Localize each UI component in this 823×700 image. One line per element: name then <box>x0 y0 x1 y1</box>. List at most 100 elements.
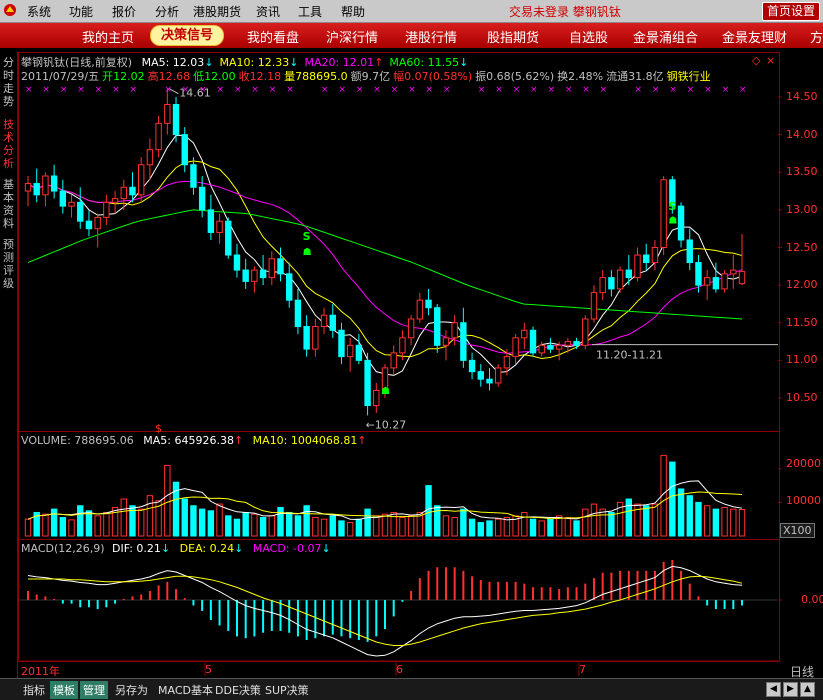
bottom-tab-manage[interactable]: 管理 <box>80 681 108 699</box>
volume-bar <box>494 518 502 537</box>
volume-bar <box>277 506 284 537</box>
macd-histogram-bar <box>636 570 639 600</box>
candle-body <box>390 352 397 369</box>
candle-body <box>416 299 424 320</box>
volume-bar <box>190 505 197 537</box>
candle-body <box>703 277 711 286</box>
signal-marker: × <box>251 85 259 95</box>
signal-marker: × <box>495 85 503 95</box>
bottom-tab-dde[interactable]: DDE决策 <box>212 681 264 699</box>
bottom-tab-sup[interactable]: SUP决策 <box>262 681 312 699</box>
macd-histogram-bar <box>427 570 430 600</box>
macd-histogram-bar <box>44 596 47 600</box>
candle-body <box>677 205 685 241</box>
volume-bar <box>312 517 319 537</box>
volume-bar <box>608 511 615 537</box>
candle-body <box>738 271 746 285</box>
macd-histogram-bar <box>645 570 648 600</box>
volume-bar <box>216 503 223 537</box>
volume-bar <box>399 517 406 537</box>
volume-bar <box>24 518 32 537</box>
candle-body <box>538 344 545 354</box>
macd-histogram-bar <box>662 561 665 600</box>
signal-marker: × <box>478 85 486 95</box>
nav-right-icon[interactable]: ▶ <box>783 682 798 697</box>
candle-body <box>486 378 493 384</box>
macd-histogram-bar <box>619 570 622 600</box>
macd-histogram-bar <box>575 587 578 600</box>
macd-histogram-bar <box>105 600 108 608</box>
candle-body <box>111 198 119 203</box>
macd-histogram-bar <box>514 581 517 600</box>
candle-body <box>181 134 188 166</box>
volume-bar <box>111 506 119 537</box>
volume-bar <box>233 518 241 537</box>
macd-histogram-bar <box>96 600 99 610</box>
volume-bar <box>355 518 363 537</box>
macd-histogram-bar <box>114 600 117 604</box>
volume-bar <box>338 520 345 537</box>
bottom-tab-macd-basic[interactable]: MACD基本 <box>155 681 216 699</box>
volume-bar <box>294 515 302 537</box>
macd-histogram-bar <box>53 599 56 600</box>
volume-bar <box>590 503 598 537</box>
candle-body <box>625 269 633 279</box>
macd-histogram-bar <box>253 600 256 637</box>
candle-body <box>468 359 476 373</box>
signal-marker: × <box>530 85 538 95</box>
candle-body <box>146 149 154 166</box>
macd-histogram-bar <box>488 581 491 600</box>
signal-marker: × <box>722 85 730 95</box>
nav-left-icon[interactable]: ◀ <box>766 682 781 697</box>
candle-body <box>137 164 145 196</box>
price-tick-label: 14.00 <box>786 127 818 141</box>
volume-bar <box>651 503 659 537</box>
candle-body <box>643 254 650 264</box>
macd-histogram-bar <box>288 600 291 633</box>
volume-bar <box>486 520 493 537</box>
volume-bar <box>730 508 737 537</box>
price-tick-label: 10.50 <box>786 391 818 404</box>
bottom-tab-indicator[interactable]: 指标 <box>20 681 48 699</box>
candle-body <box>259 269 267 279</box>
bottom-tab-template[interactable]: 模板 <box>50 681 78 699</box>
volume-bar <box>390 511 397 537</box>
candle-body <box>686 239 693 264</box>
macd-histogram-bar <box>401 600 404 602</box>
volume-bar <box>721 506 728 537</box>
candle-body <box>373 389 380 407</box>
candle-body <box>251 269 258 282</box>
volume-bar <box>286 511 293 537</box>
volume-bar <box>712 508 720 537</box>
volume-bar <box>329 515 336 537</box>
candle-body <box>216 220 223 233</box>
volume-bar <box>59 517 67 537</box>
candle-body <box>355 344 363 361</box>
macd-histogram-bar <box>166 581 169 600</box>
nav-expand-icon[interactable]: ▲ <box>800 682 815 697</box>
macd-histogram-bar <box>148 590 151 600</box>
price-tick-label: 13.00 <box>786 202 818 216</box>
volume-bar <box>207 510 215 537</box>
macd-histogram-bar <box>331 600 334 635</box>
candlestick-chart[interactable]: × × × × × × × × × × × × × × × × × × × × × × × × × × × × × × × × × × × × × ×14… <box>0 0 823 699</box>
candle-body <box>68 201 75 207</box>
volume-bar <box>695 501 702 537</box>
volume-bar <box>77 505 84 537</box>
volume-bar <box>137 508 145 537</box>
candle-body <box>77 201 84 222</box>
buy-signal-icon: ☗ <box>303 247 312 258</box>
macd-histogram-bar <box>340 600 343 637</box>
macd-histogram-bar <box>453 567 456 600</box>
volume-bar <box>738 508 746 537</box>
macd-histogram-bar <box>131 596 134 600</box>
candle-body <box>573 341 580 346</box>
macd-histogram-bar <box>140 594 143 600</box>
signal-marker: × <box>408 85 416 95</box>
candle-body <box>590 292 598 320</box>
candle-body <box>164 104 171 124</box>
bottom-tab-save-as[interactable]: 另存为 <box>112 681 151 699</box>
range-label: 11.20-11.21 <box>596 349 663 362</box>
volume-unit[interactable]: X100 <box>780 523 815 538</box>
candle-body <box>608 277 615 290</box>
